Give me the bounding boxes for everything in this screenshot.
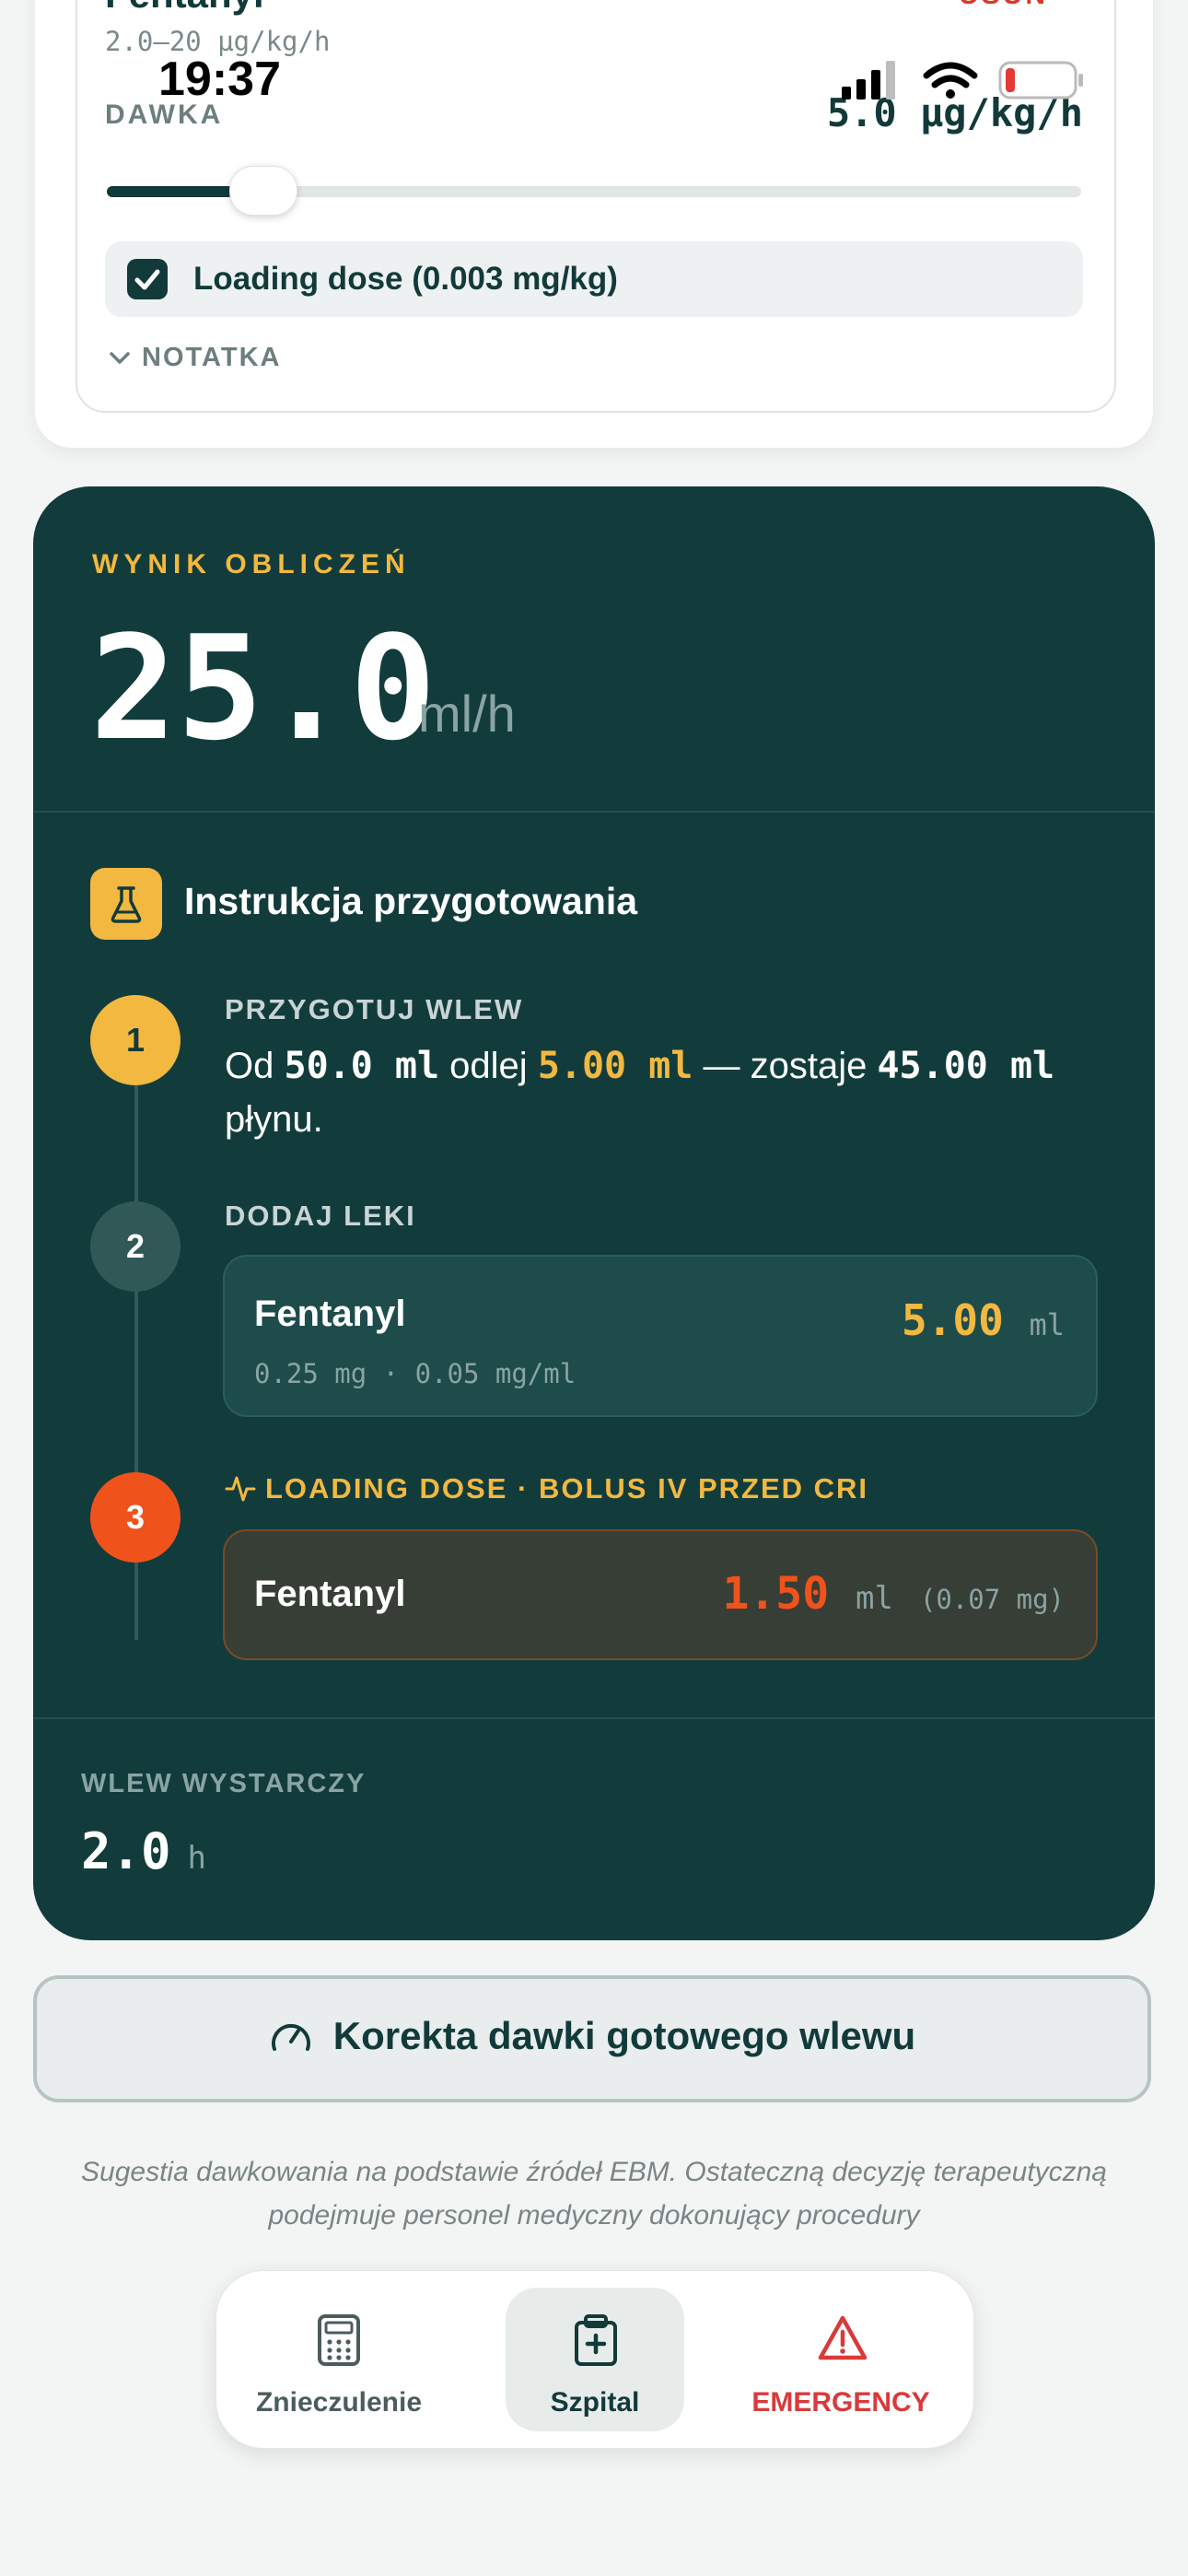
note-toggle[interactable]: NOTATKA [109, 343, 281, 373]
divider [33, 1717, 1155, 1719]
signal-icon [842, 61, 895, 100]
drug-name: Fentanyl [254, 1294, 406, 1334]
result-value: 25.0 [90, 604, 437, 772]
sufficient-value: 2.0 h [81, 1822, 207, 1880]
result-card: WYNIK OBLICZEŃ 25.0 ml/h Instrukcja przy… [33, 486, 1155, 1940]
dose-slider[interactable] [107, 166, 1081, 216]
step-2-badge: 2 [90, 1201, 181, 1292]
nav-label: Szpital [550, 2387, 640, 2418]
warning-icon [818, 2315, 868, 2360]
loading-dose-toggle[interactable]: Loading dose (0.003 mg/kg) [105, 241, 1083, 317]
note-label: NOTATKA [142, 343, 282, 372]
step-1-badge: 1 [90, 995, 181, 1085]
drug-concentration: 0.25 mg · 0.05 mg/ml [254, 1358, 577, 1389]
check-icon [134, 269, 160, 290]
drug-name: Fentanyl [254, 1574, 406, 1614]
loading-dose-checkbox[interactable] [127, 259, 168, 299]
dose-slider-thumb[interactable] [229, 166, 298, 216]
nav-item-anesthesia[interactable]: Znieczulenie [250, 2288, 428, 2431]
step-2-label: DODAJ LEKI [225, 1200, 416, 1232]
battery-icon [998, 61, 1083, 100]
correction-label: Korekta dawki gotowego wlewu [332, 2014, 916, 2057]
status-icons [838, 57, 1087, 113]
bottom-nav: Znieczulenie Szpital EMERGENCY [215, 2270, 974, 2449]
pulse-icon [225, 1476, 256, 1502]
step-3-label: LOADING DOSE · BOLUS IV PRZED CRI [225, 1472, 868, 1505]
nav-label: Znieczulenie [255, 2387, 423, 2418]
instructions-title: Instrukcja przygotowania [184, 880, 638, 922]
loading-dose-label: Loading dose (0.003 mg/kg) [193, 261, 618, 297]
drug-name: Fentanyl [105, 0, 264, 17]
drug-volume-card: Fentanyl 0.25 mg · 0.05 mg/ml 5.00 ml [223, 1255, 1098, 1417]
nav-item-hospital[interactable]: Szpital [506, 2288, 684, 2431]
bolus-volume: 1.50 ml (0.07 mg) [722, 1568, 1066, 1620]
remove-button[interactable]: USUŃ [959, 0, 1048, 11]
hospital-icon [575, 2314, 617, 2366]
result-unit: ml/h [418, 685, 516, 743]
status-time: 19:37 [158, 53, 281, 106]
nav-item-emergency[interactable]: EMERGENCY [732, 2288, 949, 2431]
step-1-label: PRZYGOTUJ WLEW [225, 993, 524, 1025]
drug-volume: 5.00 ml [901, 1295, 1065, 1345]
chevron-down-icon [110, 352, 130, 365]
step-1-text: Od 50.0 ml odlej 5.00 ml — zostaje 45.00… [225, 1045, 1055, 1140]
nav-label: EMERGENCY [751, 2387, 930, 2418]
disclaimer: Sugestia dawkowania na podstawie źródeł … [81, 2157, 1107, 2231]
bolus-card: Fentanyl 1.50 ml (0.07 mg) [223, 1529, 1098, 1660]
calculator-icon [318, 2314, 360, 2366]
sufficient-label: WLEW WYSTARCZY [81, 1769, 367, 1798]
flask-icon [90, 868, 162, 940]
divider [33, 811, 1155, 813]
step-3-badge: 3 [90, 1472, 181, 1563]
result-title: WYNIK OBLICZEŃ [92, 549, 411, 580]
dose-correction-button[interactable]: Korekta dawki gotowego wlewu [33, 1975, 1151, 2102]
gauge-icon [271, 2023, 310, 2051]
wifi-icon [923, 62, 978, 99]
